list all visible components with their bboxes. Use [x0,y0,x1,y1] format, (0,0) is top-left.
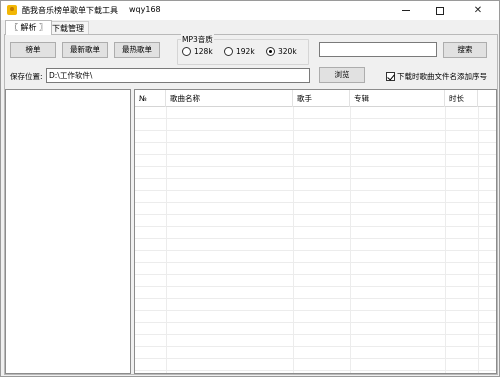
minimize-icon [402,10,410,11]
song-table[interactable]: № 歌曲名称 歌手 专辑 时长 [134,89,497,374]
radio-unchecked-icon [182,47,191,56]
quality-radio-192k[interactable]: 192k [224,47,255,56]
column-divider [445,107,446,373]
playlist-list[interactable] [5,89,131,374]
app-window: 酷我音乐榜单歌单下载工具 wqy168 ✕ 〖 解析 〗 下载管理 榜单 最新歌… [0,0,500,377]
app-logo-icon [7,5,17,15]
browse-button[interactable]: 浏览 [319,67,365,83]
close-icon: ✕ [473,5,483,16]
radio-unchecked-icon [224,47,233,56]
column-divider [350,107,351,373]
quality-radio-128k[interactable]: 128k [182,47,213,56]
quality-radio-label: 320k [278,47,297,56]
quality-group-label: MP3音质 [181,34,214,45]
close-button[interactable]: ✕ [461,1,495,20]
quality-radio-320k[interactable]: 320k [266,47,297,56]
minimize-button[interactable] [389,1,423,20]
song-table-body [135,107,496,373]
tab-download-manager[interactable]: 下载管理 [47,21,89,35]
title-bar: 酷我音乐榜单歌单下载工具 wqy168 ✕ [1,1,499,20]
save-path-input[interactable]: D:\工作软件\ [46,68,310,83]
tab-strip: 〖 解析 〗 下载管理 [1,20,499,35]
quality-radio-label: 128k [194,47,213,56]
search-button[interactable]: 搜索 [443,42,487,58]
column-divider [166,107,167,373]
column-divider [293,107,294,373]
column-header-duration[interactable]: 时长 [445,90,478,107]
maximize-button[interactable] [423,1,457,20]
column-header-artist[interactable]: 歌手 [293,90,350,107]
maximize-icon [436,6,444,15]
column-header-album[interactable]: 专辑 [350,90,445,107]
search-input[interactable] [319,42,437,57]
quality-radio-label: 192k [236,47,255,56]
checkbox-checked-icon [386,72,395,81]
chart-button[interactable]: 榜单 [10,42,56,58]
radio-checked-icon [266,47,275,56]
column-divider [478,107,479,373]
song-table-header: № 歌曲名称 歌手 专辑 时长 [135,90,496,107]
tab-parse[interactable]: 〖 解析 〗 [5,20,53,35]
add-index-checkbox[interactable]: 下载时歌曲文件名添加序号 [386,71,487,82]
window-subtitle: wqy168 [129,5,161,14]
window-title: 酷我音乐榜单歌单下载工具 [22,6,118,15]
add-index-label: 下载时歌曲文件名添加序号 [397,72,487,81]
save-location-label: 保存位置: [10,72,43,81]
hottest-playlist-button[interactable]: 最热歌单 [114,42,160,58]
newest-playlist-button[interactable]: 最新歌单 [62,42,108,58]
column-header-index[interactable]: № [135,90,166,107]
column-header-song-name[interactable]: 歌曲名称 [166,90,293,107]
